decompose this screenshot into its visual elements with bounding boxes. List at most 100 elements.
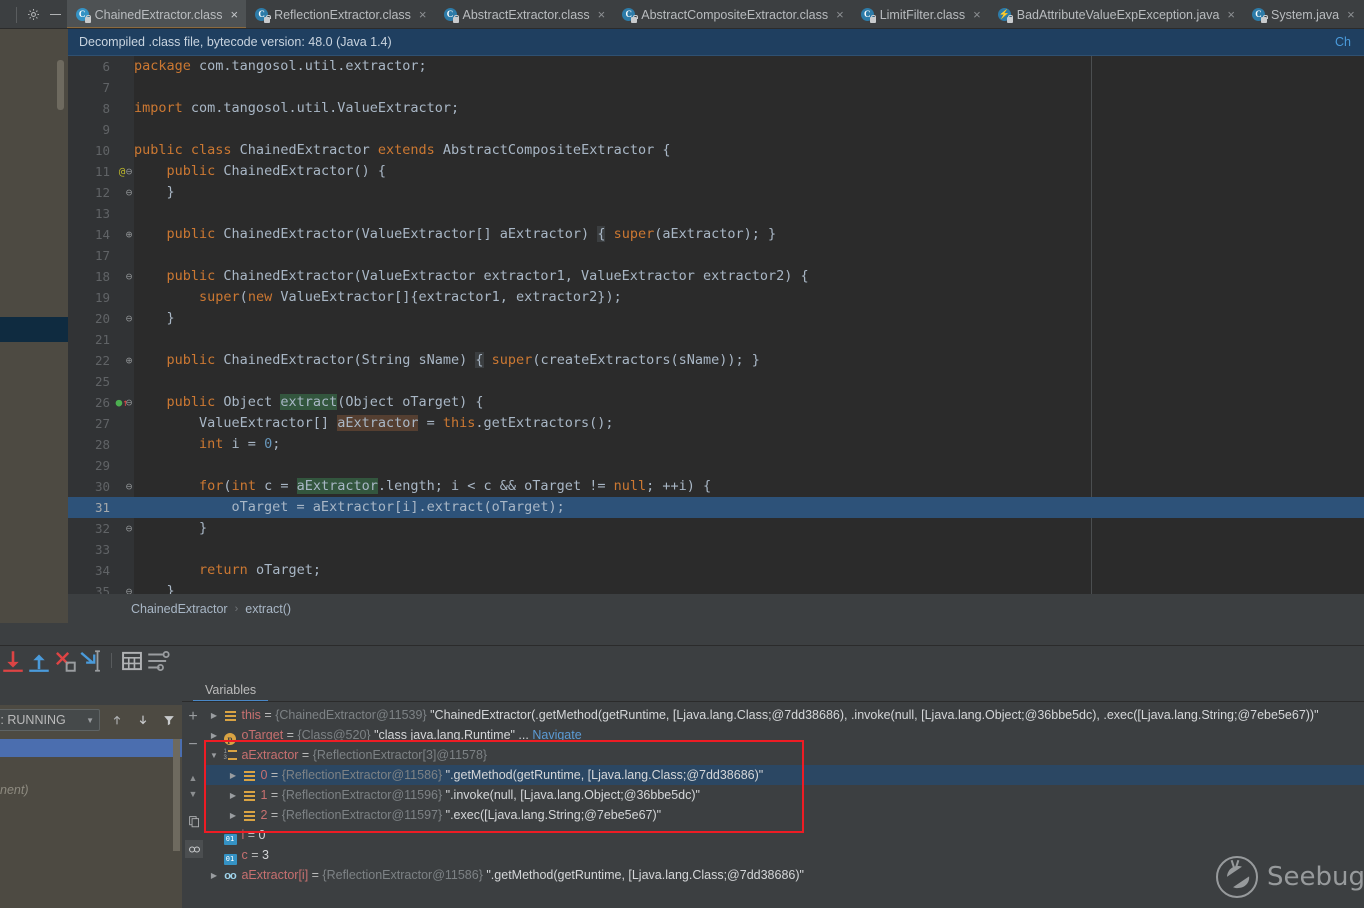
expand-toggle-icon[interactable]: ▶: [225, 806, 241, 826]
variable-row[interactable]: ▶01 i = 0: [206, 825, 1364, 845]
variable-row[interactable]: ▼13 aExtractor = {ReflectionExtractor[3]…: [206, 745, 1364, 765]
add-watch-button[interactable]: +: [186, 710, 200, 724]
line-number: 14: [68, 224, 110, 245]
code-text: public Object extract(Object oTarget) {: [134, 392, 484, 413]
left-panel-selected-row[interactable]: [0, 317, 68, 342]
close-icon[interactable]: ×: [1344, 8, 1355, 21]
scroll-up-icon[interactable]: ▲: [184, 770, 202, 786]
watches-icon[interactable]: [185, 840, 203, 858]
expand-toggle-icon[interactable]: ▶: [206, 866, 222, 886]
step-out-icon[interactable]: [52, 648, 78, 674]
expand-toggle-icon[interactable]: ▼: [206, 746, 222, 766]
variables-panel[interactable]: + − ▲ ▼ ▶ this = {ChainedExtractor@11539…: [182, 702, 1364, 908]
breadcrumb-class[interactable]: ChainedExtractor: [131, 602, 228, 616]
run-to-cursor-icon[interactable]: [78, 648, 104, 674]
code-line[interactable]: 33: [68, 539, 1364, 560]
minimize-icon[interactable]: [45, 4, 67, 26]
code-line[interactable]: 31 oTarget = aExtractor[i].extract(oTarg…: [68, 497, 1364, 518]
code-line[interactable]: 11@⊖ public ChainedExtractor() {: [68, 161, 1364, 182]
close-icon[interactable]: ×: [833, 8, 844, 21]
tab-badattributevalueexpexception-java[interactable]: ⚡BadAttributeValueExpException.java×: [989, 0, 1243, 28]
variable-row[interactable]: ▶01 c = 3: [206, 845, 1364, 865]
code-line[interactable]: 28 int i = 0;: [68, 434, 1364, 455]
scroll-down-icon[interactable]: ▼: [184, 786, 202, 802]
variable-row[interactable]: ▶oo aExtractor[i] = {ReflectionExtractor…: [206, 865, 1364, 885]
gear-icon[interactable]: [23, 4, 45, 26]
tab-reflectionextractor-class[interactable]: CReflectionExtractor.class×: [246, 0, 434, 28]
code-content[interactable]: 6package com.tangosol.util.extractor;78i…: [68, 56, 1364, 594]
close-icon[interactable]: ×: [970, 8, 981, 21]
tab-system-java[interactable]: CSystem.java×: [1243, 0, 1363, 28]
code-line[interactable]: 19 super(new ValueExtractor[]{extractor1…: [68, 287, 1364, 308]
code-line[interactable]: 32⊖ }: [68, 518, 1364, 539]
remove-watch-button[interactable]: −: [186, 738, 200, 752]
tab-variables[interactable]: Variables: [193, 677, 268, 702]
settings-list-icon[interactable]: [145, 648, 171, 674]
code-line[interactable]: 6package com.tangosol.util.extractor;: [68, 56, 1364, 77]
tab-chainedextractor-class[interactable]: CChainedExtractor.class×: [67, 0, 246, 28]
code-line[interactable]: 17: [68, 245, 1364, 266]
choose-sources-link[interactable]: Ch: [1335, 35, 1357, 49]
thread-selector[interactable]: ": RUNNING ▼: [0, 709, 100, 731]
arrow-down-icon[interactable]: [131, 709, 155, 731]
line-number: 33: [68, 539, 110, 560]
code-text: oTarget = aExtractor[i].extract(oTarget)…: [134, 497, 565, 518]
tab-limitfilter-class[interactable]: CLimitFilter.class×: [852, 0, 989, 28]
code-line[interactable]: 25: [68, 371, 1364, 392]
code-line[interactable]: 8import com.tangosol.util.ValueExtractor…: [68, 98, 1364, 119]
code-line[interactable]: 21: [68, 329, 1364, 350]
step-over-icon[interactable]: [0, 648, 26, 674]
expand-toggle-icon[interactable]: ▶: [225, 786, 241, 806]
frame-item-partial[interactable]: nent): [0, 783, 29, 797]
code-line[interactable]: 9: [68, 119, 1364, 140]
close-icon[interactable]: ×: [416, 8, 427, 21]
code-token: [134, 163, 167, 179]
code-line[interactable]: 10public class ChainedExtractor extends …: [68, 140, 1364, 161]
code-line[interactable]: 30⊖ for(int c = aExtractor.length; i < c…: [68, 476, 1364, 497]
code-token: [134, 562, 199, 578]
expand-toggle-icon[interactable]: ▶: [206, 846, 222, 866]
code-line[interactable]: 13: [68, 203, 1364, 224]
close-icon[interactable]: ×: [1224, 8, 1235, 21]
copy-icon[interactable]: [185, 812, 203, 830]
code-line[interactable]: 26●↑⊖ public Object extract(Object oTarg…: [68, 392, 1364, 413]
tab-label: LimitFilter.class: [880, 8, 965, 22]
left-panel-scrollbar[interactable]: [57, 60, 64, 110]
frames-scrollbar[interactable]: [173, 739, 180, 851]
code-token: 0: [264, 436, 272, 452]
code-line[interactable]: 12⊖ }: [68, 182, 1364, 203]
step-into-icon[interactable]: [26, 648, 52, 674]
navigate-link[interactable]: Navigate: [532, 728, 581, 742]
frames-panel[interactable]: nent): [0, 705, 182, 908]
variable-row[interactable]: ▶ 2 = {ReflectionExtractor@11597} ".exec…: [206, 805, 1364, 825]
expand-toggle-icon[interactable]: ▶: [206, 726, 222, 746]
code-line[interactable]: 22⊕ public ChainedExtractor(String sName…: [68, 350, 1364, 371]
breadcrumb-method[interactable]: extract(): [245, 602, 291, 616]
code-token: i =: [223, 436, 264, 452]
code-line[interactable]: 18⊖ public ChainedExtractor(ValueExtract…: [68, 266, 1364, 287]
arrow-up-icon[interactable]: [105, 709, 129, 731]
close-icon[interactable]: ×: [595, 8, 606, 21]
tab-abstractcompositeextractor-class[interactable]: CAbstractCompositeExtractor.class×: [613, 0, 851, 28]
variable-row[interactable]: ▶ this = {ChainedExtractor@11539} "Chain…: [206, 705, 1364, 725]
filter-icon[interactable]: [157, 709, 181, 731]
variable-row[interactable]: ▶p oTarget = {Class@520} "class java.lan…: [206, 725, 1364, 745]
frames-selected-row[interactable]: [0, 739, 182, 757]
code-editor[interactable]: 6package com.tangosol.util.extractor;78i…: [68, 56, 1364, 594]
evaluate-expression-icon[interactable]: [119, 648, 145, 674]
close-icon[interactable]: ×: [227, 8, 238, 21]
expand-toggle-icon[interactable]: ▶: [225, 766, 241, 786]
code-line[interactable]: 29: [68, 455, 1364, 476]
code-line[interactable]: 34 return oTarget;: [68, 560, 1364, 581]
code-line[interactable]: 35⊖ }: [68, 581, 1364, 594]
code-line[interactable]: 7: [68, 77, 1364, 98]
code-line[interactable]: 14⊕ public ChainedExtractor(ValueExtract…: [68, 224, 1364, 245]
variable-row[interactable]: ▶ 0 = {ReflectionExtractor@11586} ".getM…: [206, 765, 1364, 785]
code-line[interactable]: 27 ValueExtractor[] aExtractor = this.ge…: [68, 413, 1364, 434]
variables-tree[interactable]: ▶ this = {ChainedExtractor@11539} "Chain…: [206, 705, 1364, 885]
expand-toggle-icon[interactable]: ▶: [206, 706, 222, 726]
code-line[interactable]: 20⊖ }: [68, 308, 1364, 329]
variable-row[interactable]: ▶ 1 = {ReflectionExtractor@11596} ".invo…: [206, 785, 1364, 805]
expand-toggle-icon[interactable]: ▶: [206, 826, 222, 846]
tab-abstractextractor-class[interactable]: CAbstractExtractor.class×: [435, 0, 614, 28]
